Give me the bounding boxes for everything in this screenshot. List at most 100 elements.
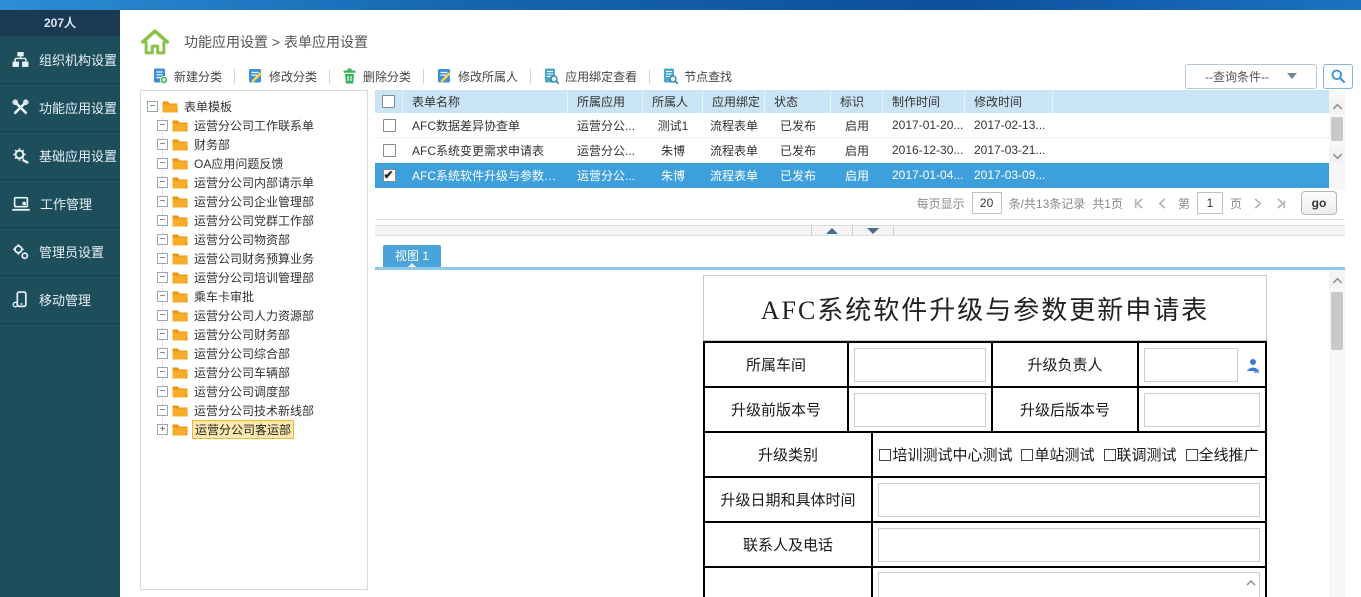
tree-toggle-icon[interactable]: − (157, 215, 168, 226)
row-checkbox[interactable] (383, 144, 396, 157)
collapse-up-icon[interactable] (826, 228, 838, 234)
home-icon[interactable] (140, 28, 170, 56)
upgrade-datetime-input[interactable] (878, 483, 1260, 517)
scroll-up-icon[interactable] (1329, 98, 1345, 114)
column-header[interactable]: 制作时间 (883, 90, 965, 113)
tree-toggle-icon[interactable]: − (147, 101, 158, 112)
tree-item[interactable]: −运营分公司财务部 (157, 325, 363, 344)
tree-item[interactable]: −运营分公司培训管理部 (157, 268, 363, 287)
delete-category-button[interactable]: 删除分类 (330, 64, 423, 88)
sidebar-item-function-settings[interactable]: 功能应用设置 (0, 84, 120, 132)
tree-item[interactable]: −运营分公司人力资源部 (157, 306, 363, 325)
edit-category-button[interactable]: 修改分类 (235, 64, 329, 88)
tree-item[interactable]: −运营分公司企业管理部 (157, 192, 363, 211)
tree-toggle-icon[interactable]: − (157, 196, 168, 207)
version-after-input[interactable] (1144, 393, 1260, 427)
sidebar-item-work-management[interactable]: 工作管理 (0, 180, 120, 228)
per-page-input[interactable] (972, 192, 1002, 214)
sidebar-item-admin-settings[interactable]: 管理员设置 (0, 228, 120, 276)
table-row[interactable]: AFC系统变更需求申请表 运营分公... 朱博 流程表单 已发布 启用 2016… (375, 138, 1345, 163)
table-scrollbar[interactable] (1329, 90, 1345, 190)
tree-toggle-icon[interactable]: − (157, 272, 168, 283)
tree-root[interactable]: − 表单模板 (147, 97, 363, 116)
workshop-input[interactable] (854, 348, 986, 382)
upgrade-location-textarea[interactable] (878, 572, 1260, 597)
scroll-thumb[interactable] (1331, 292, 1343, 350)
prev-page-icon[interactable] (1154, 197, 1171, 210)
scroll-down-icon[interactable] (1329, 148, 1345, 164)
tree-toggle-icon[interactable]: − (157, 348, 168, 359)
tree-toggle-icon[interactable]: − (157, 367, 168, 378)
checkbox-joint-test[interactable] (1104, 449, 1116, 461)
upgrade-manager-input[interactable] (1144, 348, 1238, 382)
column-header[interactable]: 应用绑定 (703, 90, 765, 113)
row-checkbox[interactable] (383, 169, 396, 182)
row-checkbox[interactable] (383, 119, 396, 132)
tree-toggle-icon[interactable]: − (157, 253, 168, 264)
scroll-up-icon[interactable] (1329, 272, 1345, 288)
cell-flag: 启用 (831, 167, 883, 184)
collapse-down-icon[interactable] (867, 228, 879, 234)
checkbox-full-line-rollout[interactable] (1186, 449, 1198, 461)
query-condition-select[interactable]: --查询条件-- (1185, 64, 1317, 89)
tree-toggle-icon[interactable]: − (157, 386, 168, 397)
tree-toggle-icon[interactable]: − (157, 405, 168, 416)
folder-icon (172, 271, 188, 284)
tree-item[interactable]: −运营分公司车辆部 (157, 363, 363, 382)
tree-item[interactable]: −运营分公司内部请示单 (157, 173, 363, 192)
select-all-checkbox[interactable] (382, 95, 395, 108)
tree-item[interactable]: −运营分公司技术新线部 (157, 401, 363, 420)
panel-splitter[interactable] (375, 225, 1345, 236)
tree-item[interactable]: −运营分公司工作联系单 (157, 116, 363, 135)
tree-toggle-icon[interactable]: − (157, 177, 168, 188)
tree-toggle-icon[interactable]: − (157, 158, 168, 169)
node-search-button[interactable]: 节点查找 (650, 64, 744, 88)
tree-toggle-icon[interactable]: − (157, 139, 168, 150)
app-binding-view-button[interactable]: 应用绑定查看 (531, 64, 649, 88)
column-header[interactable]: 状态 (765, 90, 831, 113)
column-header[interactable]: 修改时间 (965, 90, 1053, 113)
table-row[interactable]: AFC系统软件升级与参数更新... 运营分公... 朱博 流程表单 已发布 启用… (375, 163, 1345, 188)
column-header[interactable]: 所属应用 (568, 90, 643, 113)
tree-toggle-icon[interactable]: − (157, 310, 168, 321)
tab-view-1[interactable]: 视图 1 (383, 245, 441, 267)
next-page-icon[interactable] (1249, 197, 1266, 210)
checkbox-single-station-test[interactable] (1021, 449, 1033, 461)
person-picker-icon[interactable] (1246, 358, 1260, 373)
tree-toggle-icon[interactable]: − (157, 291, 168, 302)
tree-item[interactable]: −运营分公司党群工作部 (157, 211, 363, 230)
tree-item[interactable]: −运营分公司综合部 (157, 344, 363, 363)
scroll-thumb[interactable] (1331, 117, 1343, 141)
tree-toggle-icon[interactable]: − (157, 329, 168, 340)
tree-item[interactable]: −OA应用问题反馈 (157, 154, 363, 173)
checkbox-training-center-test[interactable] (879, 449, 891, 461)
tree-item[interactable]: +运营分公司客运部 (157, 420, 363, 439)
new-category-button[interactable]: 新建分类 (140, 64, 234, 88)
last-page-icon[interactable] (1273, 197, 1290, 210)
version-before-input[interactable] (854, 393, 986, 427)
tree-item[interactable]: −运营分公司物资部 (157, 230, 363, 249)
column-header[interactable]: 所属人 (643, 90, 703, 113)
tree-toggle-icon[interactable]: + (157, 424, 168, 435)
contact-phone-input[interactable] (878, 528, 1260, 562)
scroll-up-icon[interactable] (1246, 579, 1256, 587)
first-page-icon[interactable] (1130, 197, 1147, 210)
sidebar-item-basic-settings[interactable]: 基础应用设置 (0, 132, 120, 180)
column-header[interactable]: 表单名称 (403, 90, 568, 113)
change-owner-button[interactable]: 修改所属人 (424, 64, 530, 88)
cell-binding: 流程表单 (703, 117, 765, 134)
go-button[interactable]: go (1301, 191, 1337, 215)
column-header[interactable]: 标识 (831, 90, 883, 113)
tree-item[interactable]: −运营公司财务预算业务 (157, 249, 363, 268)
form-scrollbar[interactable] (1329, 270, 1345, 597)
table-row[interactable]: AFC数据差异协查单 运营分公... 测试1 流程表单 已发布 启用 2017-… (375, 113, 1345, 138)
tree-toggle-icon[interactable]: − (157, 120, 168, 131)
sidebar-item-org-settings[interactable]: 组织机构设置 (0, 36, 120, 84)
tree-item[interactable]: −财务部 (157, 135, 363, 154)
tree-item[interactable]: −乘车卡审批 (157, 287, 363, 306)
tree-toggle-icon[interactable]: − (157, 234, 168, 245)
tree-item[interactable]: −运营分公司调度部 (157, 382, 363, 401)
search-button[interactable] (1323, 64, 1353, 89)
page-number-input[interactable] (1197, 192, 1223, 214)
sidebar-item-mobile-management[interactable]: 移动管理 (0, 276, 120, 324)
